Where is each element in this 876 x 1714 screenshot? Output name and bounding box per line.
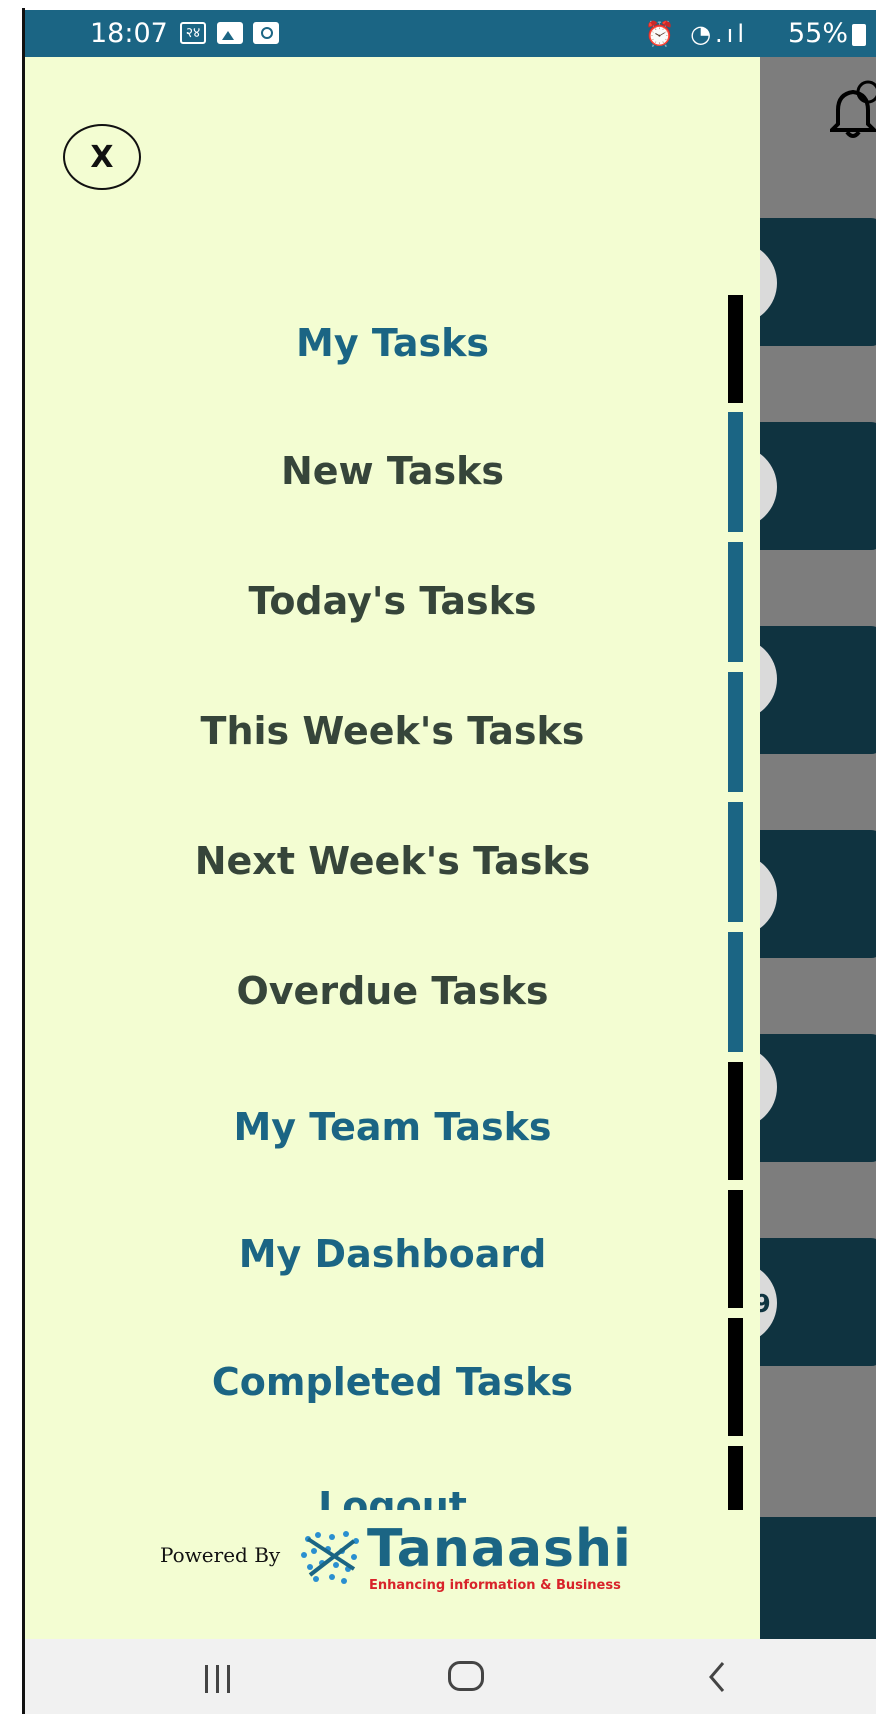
- menu-indicator: [728, 1446, 743, 1510]
- gallery-icon: [217, 22, 243, 44]
- menu-item-my-team-tasks[interactable]: My Team Tasks: [25, 1105, 760, 1149]
- menu-indicator: [728, 1318, 743, 1436]
- menu-item-overdue-tasks[interactable]: Overdue Tasks: [25, 969, 760, 1013]
- brand-tagline: Enhancing information & Business: [369, 1578, 621, 1593]
- notification-badge: २४: [180, 22, 206, 44]
- menu-item-this-weeks-tasks[interactable]: This Week's Tasks: [25, 709, 760, 753]
- phone-screen: 18:07 २४ ⏰ ◔.ıl 55% 25 2 10 7 78 1009 X …: [25, 10, 876, 1714]
- menu-indicator: [728, 412, 743, 532]
- brand-name: Tanaashi: [367, 1519, 632, 1579]
- menu-indicator: [728, 802, 743, 922]
- menu-item-completed-tasks[interactable]: Completed Tasks: [25, 1360, 760, 1404]
- recent-apps-icon[interactable]: [203, 1665, 233, 1693]
- menu-indicator: [728, 932, 743, 1052]
- menu-indicator: [728, 672, 743, 792]
- battery-percent: 55%: [787, 18, 848, 49]
- menu-item-my-tasks[interactable]: My Tasks: [25, 321, 760, 365]
- powered-by-label: Powered By: [160, 1543, 281, 1567]
- menu-indicator: [728, 542, 743, 662]
- status-bar: 18:07 २४ ⏰ ◔.ıl 55%: [25, 10, 876, 57]
- menu-item-todays-tasks[interactable]: Today's Tasks: [25, 579, 760, 623]
- menu-indicator: [728, 1062, 743, 1180]
- system-status-icons: ⏰ ◔.ıl: [644, 20, 748, 48]
- status-time: 18:07: [90, 18, 168, 49]
- bell-icon[interactable]: [830, 80, 876, 140]
- system-nav-bar: [25, 1639, 876, 1714]
- menu-indicator: [728, 1190, 743, 1308]
- home-icon[interactable]: [448, 1661, 484, 1691]
- menu-item-new-tasks[interactable]: New Tasks: [25, 449, 760, 493]
- navigation-drawer: X My Tasks New Tasks Today's Tasks This …: [25, 57, 760, 1639]
- battery-icon: [852, 24, 866, 46]
- menu-item-my-dashboard[interactable]: My Dashboard: [25, 1232, 760, 1276]
- close-button[interactable]: X: [63, 124, 141, 190]
- app-notification-icon: [253, 22, 279, 44]
- back-icon[interactable]: [705, 1659, 729, 1695]
- menu-indicator: [728, 295, 743, 403]
- menu-item-logout[interactable]: Logout: [25, 1484, 760, 1510]
- menu-item-next-weeks-tasks[interactable]: Next Week's Tasks: [25, 839, 760, 883]
- tanaashi-logo-icon: [301, 1531, 359, 1584]
